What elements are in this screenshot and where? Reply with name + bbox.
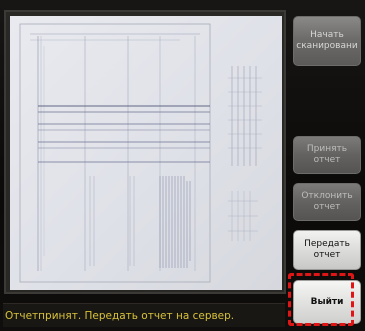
accept-report-button[interactable]: Принять отчет [293, 136, 361, 174]
document-thumbnail [19, 23, 262, 283]
scanner-screen: Начать сканировани Принять отчет Отклони… [0, 0, 365, 331]
reject-report-button[interactable]: Отклонить отчет [293, 183, 361, 221]
start-scan-button[interactable]: Начать сканировани [293, 16, 361, 66]
exit-button[interactable]: Выйти [293, 280, 361, 324]
preview-frame [4, 10, 286, 294]
status-bar: Отчетпринят. Передать отчет на сервер. [3, 303, 285, 327]
scanned-document-preview [10, 16, 282, 290]
status-message: Отчетпринят. Передать отчет на сервер. [5, 309, 235, 322]
send-report-button[interactable]: Передать отчет [293, 230, 361, 270]
